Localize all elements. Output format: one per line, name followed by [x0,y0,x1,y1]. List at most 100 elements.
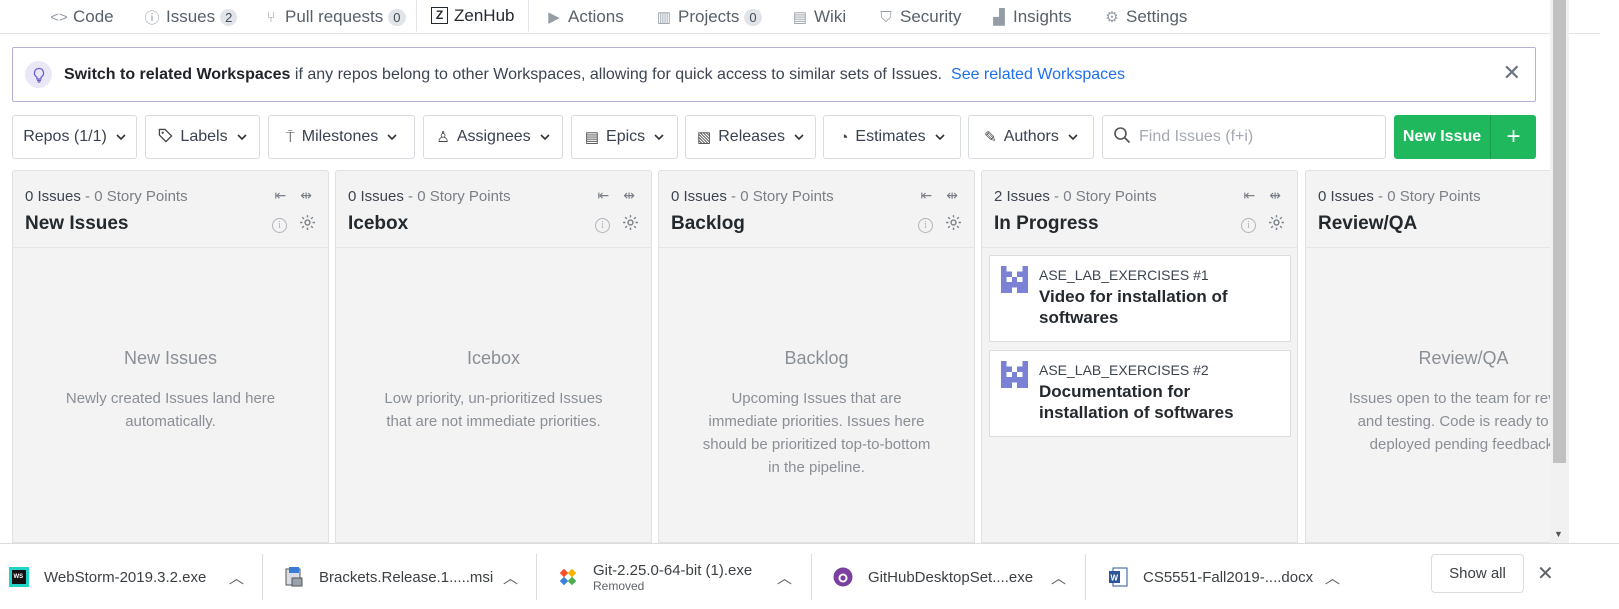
tab-issues[interactable]: ⓘ Issues 2 [143,0,238,34]
tab-projects[interactable]: ▥ Projects 0 [655,0,762,34]
issues-count: 2 [220,8,238,26]
word-icon: W [1109,567,1128,587]
repos-filter-button[interactable]: Repos (1/1) [12,115,137,159]
banner-message: Switch to related Workspaces if any repo… [64,66,942,84]
shield-icon: ⛉ [880,8,892,26]
milestones-filter-button[interactable]: ⍑ Milestones [268,115,415,159]
issue-icon: ⓘ [144,9,160,27]
expand-icon[interactable]: ⇹ [300,187,312,204]
show-all-button[interactable]: Show all [1431,554,1524,593]
banner-close-icon[interactable]: ✕ [1503,62,1521,84]
zenhub-icon: Z [431,7,448,24]
chevron-up-icon[interactable]: ︿ [1325,567,1340,588]
gear-icon[interactable] [945,214,962,236]
download-item[interactable]: Git-2.25.0-64-bit (1).exe Removed ︿ [557,554,812,600]
lightbulb-icon [25,61,52,88]
download-filename: Brackets.Release.1.....msi [319,568,494,586]
installer-icon [285,567,303,587]
tab-code[interactable]: <> Code [50,0,113,34]
github-desktop-icon [833,567,853,587]
graph-icon: ▟ [993,9,1005,26]
chevron-up-icon[interactable]: ︿ [229,567,244,588]
chevron-down-icon [794,128,804,146]
download-item[interactable]: WS WebStorm-2019.3.2.exe ︿ [8,554,263,600]
pipeline-title: New Issues [25,213,129,234]
chevron-down-icon [654,128,664,146]
empty-state-title: New Issues [123,348,218,368]
tab-security[interactable]: ⛉ Security [877,0,961,34]
expand-icon[interactable]: ⇹ [623,187,635,204]
pipeline-issue-count: 0 Issues [671,188,727,205]
tab-wiki[interactable]: ▤ Wiki [791,0,846,34]
assignees-filter-button[interactable]: ♙ Assignees [423,115,563,159]
code-icon: <> [50,8,68,26]
pipeline-icebox: 0 Issues - 0 Story Points Icebox ⇤ ⇹ i I… [335,170,652,543]
tab-zenhub[interactable]: Z ZenHub [416,0,530,32]
pipeline-story-points: - 0 Story Points [403,188,511,205]
download-item[interactable]: GitHubDesktopSet....exe ︿ [832,554,1086,600]
webstorm-icon: WS [9,567,29,587]
workspaces-banner: Switch to related Workspaces if any repo… [12,47,1536,102]
authors-filter-button[interactable]: ✎ Authors [968,115,1094,159]
tab-pull-requests[interactable]: ⑂ Pull requests 0 [262,0,406,34]
info-icon[interactable]: i [918,217,933,233]
chevron-up-icon[interactable]: ︿ [503,567,518,588]
close-icon[interactable]: ✕ [1537,561,1554,586]
info-icon[interactable]: i [595,217,610,233]
pipeline-new-issues: 0 Issues - 0 Story Points New Issues ⇤ ⇹… [12,170,329,543]
tab-settings[interactable]: ⚙ Settings [1103,0,1187,34]
download-filename: WebStorm-2019.3.2.exe [44,568,207,586]
collapse-icon[interactable]: ⇤ [275,187,287,204]
chevron-down-icon [237,128,247,146]
project-icon: ▥ [656,9,672,26]
book-icon: ▤ [792,9,808,26]
epic-icon: ▤ [584,129,600,146]
board: 0 Issues - 0 Story Points New Issues ⇤ ⇹… [0,170,1550,543]
gear-icon[interactable] [622,214,639,236]
new-issue-label: New Issue [1402,128,1482,145]
gear-icon[interactable] [1268,214,1285,236]
banner-bold-text: Switch to related Workspaces [64,65,291,83]
issue-title[interactable]: Video for installation of softwares [1039,286,1284,328]
empty-state-title: Backlog [784,348,849,368]
collapse-icon[interactable]: ⇤ [1244,187,1256,204]
chevron-up-icon[interactable]: ︿ [1051,567,1066,588]
pipeline-story-points: - 0 Story Points [726,188,834,205]
plus-icon[interactable]: + [1491,123,1536,151]
chevron-down-icon [1068,128,1078,146]
pipeline-title: Review/QA [1318,213,1418,234]
empty-state-description: Low priority, un-prioritized Issues that… [384,390,603,430]
banner-text: if any repos belong to other Workspaces,… [290,65,943,83]
svg-text:WS: WS [14,574,24,580]
new-issue-button[interactable]: New Issue + [1394,115,1536,159]
repo-nav: <> Code ⓘ Issues 2 ⑂ Pull requests 0 Z Z… [0,0,1600,34]
scroll-down-arrow-icon[interactable]: ▼ [1554,529,1563,539]
search-icon [1113,126,1131,149]
search-input[interactable] [1139,128,1369,146]
download-filename: Git-2.25.0-64-bit (1).exe [593,561,753,579]
see-related-workspaces-link[interactable]: See related Workspaces [951,66,1125,84]
vertical-scrollbar[interactable]: ▼ [1550,0,1569,543]
issue-card[interactable]: ASE_LAB_EXERCISES #1 Video for installat… [989,255,1291,342]
info-icon[interactable]: i [1241,217,1256,233]
download-item[interactable]: W CS5551-Fall2019-....docx ︿ [1107,554,1340,600]
info-icon[interactable]: i [272,217,287,233]
gear-icon[interactable] [299,214,316,236]
tab-actions[interactable]: ▶ Actions [545,0,624,34]
scrollbar-thumb[interactable] [1553,0,1566,463]
labels-filter-button[interactable]: Labels [145,115,260,159]
expand-icon[interactable]: ⇹ [1269,187,1281,204]
issue-title[interactable]: Documentation for installation of softwa… [1039,381,1284,423]
releases-filter-button[interactable]: ▧ Releases [685,115,816,159]
estimates-filter-button[interactable]: ◔ Estimates [823,115,961,159]
epics-filter-button[interactable]: ▤ Epics [571,115,678,159]
collapse-icon[interactable]: ⇤ [921,187,933,204]
chevron-up-icon[interactable]: ︿ [777,567,792,588]
pull-request-icon: ⑂ [266,8,276,26]
download-item[interactable]: Brackets.Release.1.....msi ︿ [283,554,537,600]
issue-card[interactable]: ASE_LAB_EXERCISES #2 Documentation for i… [989,350,1291,437]
release-icon: ▧ [697,129,712,146]
expand-icon[interactable]: ⇹ [946,187,958,204]
collapse-icon[interactable]: ⇤ [598,187,610,204]
tab-insights[interactable]: ▟ Insights [990,0,1071,34]
